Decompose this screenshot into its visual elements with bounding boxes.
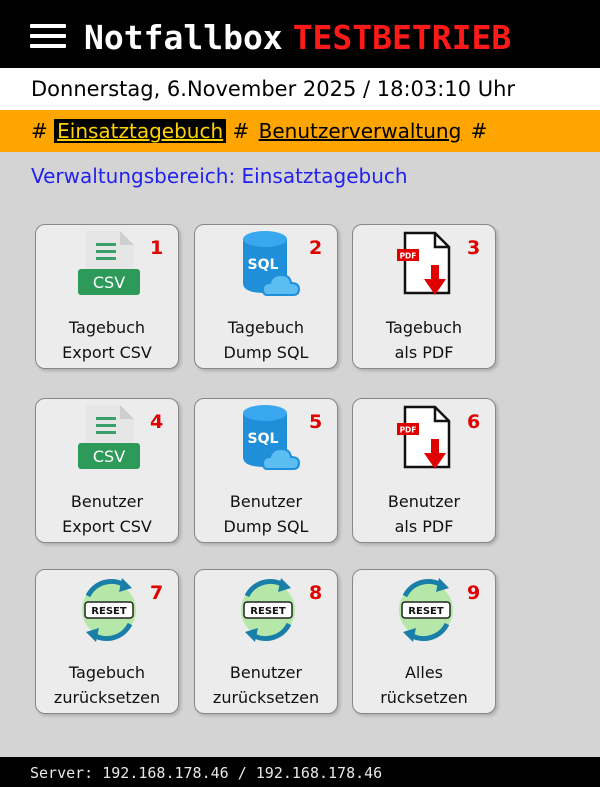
nav-links: # Einsatztagebuch # Benutzerverwaltung # <box>31 117 487 145</box>
tile-label: Benutzer Export CSV <box>62 492 152 536</box>
nav-link-einsatztagebuch[interactable]: Einsatztagebuch <box>54 119 227 143</box>
pdf-download-icon: PDF <box>397 231 451 295</box>
tile-label: Alles rücksetzen <box>380 663 468 707</box>
tile-number: 8 <box>309 582 323 604</box>
tile-number: 4 <box>150 411 164 433</box>
nav-separator: # <box>31 119 48 143</box>
app-header: Notfallbox TESTBETRIEB <box>0 0 600 68</box>
reset-icon: RESET <box>399 578 453 642</box>
status-footer: Server: 192.168.178.46 / 192.168.178.46 <box>0 757 600 787</box>
tile-label: Tagebuch zurücksetzen <box>53 663 161 707</box>
sql-database-icon: SQL <box>243 231 301 296</box>
reset-icon-text: RESET <box>408 606 444 617</box>
tile-label: Tagebuch Dump SQL <box>223 318 309 362</box>
tile-tagebuch-als-pdf[interactable]: PDF 3 Tagebuch als PDF <box>352 224 496 369</box>
sql-icon-text: SQL <box>248 257 279 273</box>
pdf-icon-text: PDF <box>400 252 417 261</box>
reset-icon: RESET <box>82 578 136 642</box>
tile-label: Benutzer als PDF <box>387 492 461 536</box>
tile-tagebuch-dump-sql[interactable]: SQL 2 Tagebuch Dump SQL <box>194 224 338 369</box>
tile-label: Benutzer Dump SQL <box>223 492 309 536</box>
nav-link-benutzerverwaltung[interactable]: Benutzerverwaltung <box>256 119 465 143</box>
reset-icon: RESET <box>241 578 295 642</box>
hamburger-menu-icon[interactable] <box>30 22 68 52</box>
tile-label: Tagebuch als PDF <box>385 318 463 362</box>
nav-bar: # Einsatztagebuch # Benutzerverwaltung # <box>0 110 600 152</box>
tile-tagebuch-export-csv[interactable]: CSV 1 Tagebuch Export CSV <box>35 224 179 369</box>
tile-label: Benutzer zurücksetzen <box>212 663 320 707</box>
tile-number: 3 <box>467 237 481 259</box>
date-time: Donnerstag, 6.November 2025 / 18:03:10 U… <box>31 77 516 101</box>
tile-benutzer-als-pdf[interactable]: PDF 6 Benutzer als PDF <box>352 398 496 543</box>
reset-icon-text: RESET <box>250 606 286 617</box>
tile-benutzer-dump-sql[interactable]: SQL 5 Benutzer Dump SQL <box>194 398 338 543</box>
csv-icon-text: CSV <box>93 447 125 466</box>
app-title: Notfallbox TESTBETRIEB <box>84 18 511 58</box>
app-name: Notfallbox <box>84 18 283 57</box>
pdf-icon-text: PDF <box>400 426 417 435</box>
tile-number: 1 <box>150 237 164 259</box>
pdf-download-icon: PDF <box>397 405 451 469</box>
sql-icon-text: SQL <box>248 431 279 447</box>
server-info: Server: 192.168.178.46 / 192.168.178.46 <box>30 764 383 782</box>
tile-number: 7 <box>150 582 164 604</box>
tile-benutzer-export-csv[interactable]: CSV 4 Benutzer Export CSV <box>35 398 179 543</box>
tile-number: 9 <box>467 582 481 604</box>
csv-icon-text: CSV <box>93 273 125 292</box>
tile-number: 6 <box>467 411 481 433</box>
date-time-bar: Donnerstag, 6.November 2025 / 18:03:10 U… <box>0 68 600 111</box>
tile-number: 2 <box>309 237 323 259</box>
sql-database-icon: SQL <box>243 405 301 470</box>
area-title: Verwaltungsbereich: Einsatztagebuch <box>31 164 408 188</box>
tile-tagebuch-zuruecksetzen[interactable]: RESET 7 Tagebuch zurücksetzen <box>35 569 179 714</box>
tile-label: Tagebuch Export CSV <box>62 318 152 362</box>
csv-file-icon: CSV <box>78 231 140 295</box>
tile-number: 5 <box>309 411 323 433</box>
csv-file-icon: CSV <box>78 405 140 469</box>
nav-separator: # <box>470 119 488 143</box>
mode-badge: TESTBETRIEB <box>292 18 512 57</box>
reset-icon-text: RESET <box>91 606 127 617</box>
tile-benutzer-zuruecksetzen[interactable]: RESET 8 Benutzer zurücksetzen <box>194 569 338 714</box>
tile-alles-ruecksetzen[interactable]: RESET 9 Alles rücksetzen <box>352 569 496 714</box>
nav-separator: # <box>232 119 250 143</box>
